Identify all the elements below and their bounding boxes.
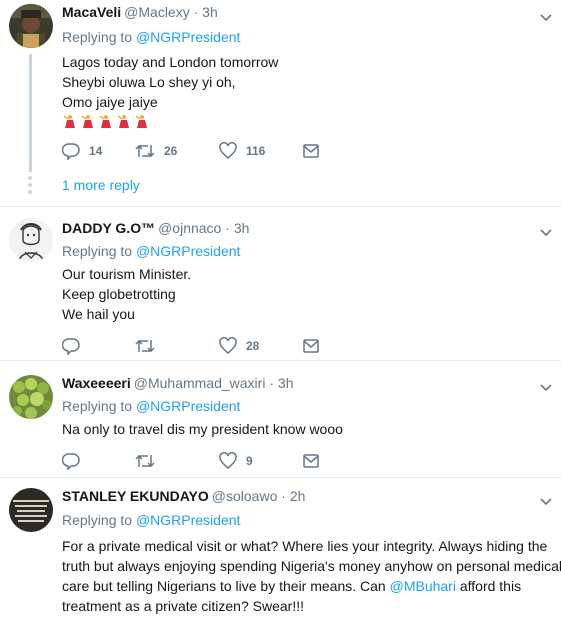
dancer-emoji-icon	[81, 115, 93, 128]
heart-icon	[219, 142, 237, 159]
reply-icon	[62, 453, 80, 470]
tweet-text: Our tourism Minister. Keep globetrotting…	[62, 266, 192, 322]
timestamp[interactable]: 3h	[202, 4, 218, 20]
like-button[interactable]: 9	[219, 452, 253, 470]
mention-link[interactable]: @NGRPresident	[136, 29, 240, 45]
timestamp[interactable]: 3h	[234, 220, 250, 236]
heart-icon	[219, 337, 237, 354]
tweet[interactable]: STANLEY EKUNDAYO @soloawo · 2h Replying t…	[0, 478, 561, 618]
reply-button[interactable]	[62, 337, 89, 355]
tweet-text: Lagos today and London tomorrow Sheybi o…	[62, 52, 531, 132]
dancer-emoji-icon	[63, 115, 75, 128]
retweet-count: 26	[164, 144, 178, 158]
thread-dots	[27, 176, 33, 197]
tweet[interactable]: Waxeeeeri @Muhammad_waxiri · 3h Replying …	[0, 361, 561, 478]
tweet-header: STANLEY EKUNDAYO @soloawo · 2h	[62, 488, 306, 504]
tweet-text: Na only to travel dis my president know …	[62, 421, 343, 437]
avatar[interactable]	[9, 488, 53, 532]
display-name[interactable]: Waxeeeeri	[62, 375, 131, 391]
envelope-icon	[303, 339, 319, 353]
dancer-emoji-icon	[117, 115, 129, 128]
more-replies-link[interactable]: 1 more reply	[62, 175, 140, 195]
mention-link[interactable]: @NGRPresident	[136, 243, 240, 259]
tweet-header: MacaVeli @Maclexy · 3h	[62, 4, 218, 20]
reply-button[interactable]	[62, 452, 89, 470]
display-name[interactable]: MacaVeli	[62, 4, 121, 20]
replying-to: Replying to @NGRPresident	[62, 29, 241, 45]
handle[interactable]: @Muhammad_waxiri	[134, 375, 266, 391]
tweet-header: Waxeeeeri @Muhammad_waxiri · 3h	[62, 375, 294, 391]
replying-to: Replying to @NGRPresident	[62, 512, 241, 528]
timestamp[interactable]: 2h	[290, 488, 306, 504]
tweet-header: DADDY G.O™ @ojnnaco · 3h	[62, 220, 250, 236]
dm-button[interactable]	[302, 143, 320, 159]
avatar[interactable]	[9, 375, 53, 419]
retweet-button[interactable]	[135, 452, 164, 470]
mention-link[interactable]: @NGRPresident	[136, 512, 240, 528]
chevron-down-icon[interactable]	[539, 380, 553, 392]
emoji-row	[62, 112, 531, 132]
reply-icon	[62, 143, 80, 160]
chevron-down-icon[interactable]	[539, 494, 553, 506]
reply-button[interactable]: 14	[62, 142, 102, 160]
like-count: 9	[246, 454, 253, 468]
mention-link[interactable]: @NGRPresident	[136, 398, 240, 414]
handle[interactable]: @soloawo	[212, 488, 278, 504]
dancer-emoji-icon	[99, 115, 111, 128]
avatar[interactable]	[9, 4, 53, 48]
display-name[interactable]: DADDY G.O™	[62, 220, 155, 236]
like-button[interactable]: 28	[219, 337, 259, 355]
mention-link[interactable]: @MBuhari	[390, 578, 456, 594]
avatar[interactable]	[9, 218, 53, 262]
tweet[interactable]: DADDY G.O™ @ojnnaco · 3h Replying to @NGR…	[0, 207, 561, 361]
retweet-icon	[135, 144, 155, 158]
timestamp[interactable]: 3h	[278, 375, 294, 391]
like-button[interactable]: 116	[219, 142, 265, 160]
retweet-button[interactable]: 26	[135, 142, 177, 160]
envelope-icon	[303, 454, 319, 468]
reply-icon	[62, 338, 80, 355]
like-count: 116	[246, 144, 266, 158]
handle[interactable]: @Maclexy	[124, 4, 190, 20]
retweet-icon	[135, 339, 155, 353]
retweet-button[interactable]	[135, 337, 164, 355]
chevron-down-icon[interactable]	[539, 10, 553, 22]
dm-button[interactable]	[302, 338, 320, 354]
thread-line	[29, 54, 32, 172]
heart-icon	[219, 452, 237, 469]
reply-count: 14	[89, 144, 103, 158]
dancer-emoji-icon	[135, 115, 147, 128]
replying-to: Replying to @NGRPresident	[62, 398, 241, 414]
tweet[interactable]: MacaVeli @Maclexy · 3h Replying to @NGRPr…	[0, 0, 561, 207]
dm-button[interactable]	[302, 453, 320, 469]
like-count: 28	[246, 339, 260, 353]
handle[interactable]: @ojnnaco	[158, 220, 221, 236]
retweet-icon	[135, 454, 155, 468]
display-name[interactable]: STANLEY EKUNDAYO	[62, 488, 209, 504]
envelope-icon	[303, 144, 319, 158]
replying-to: Replying to @NGRPresident	[62, 243, 241, 259]
tweet-text: For a private medical visit or what? Whe…	[62, 538, 561, 614]
chevron-down-icon[interactable]	[539, 225, 553, 237]
